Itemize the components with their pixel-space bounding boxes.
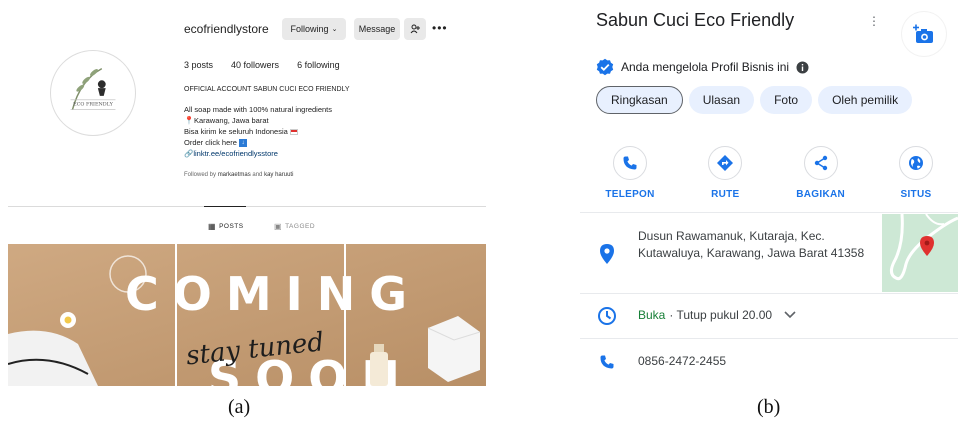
map-preview — [882, 214, 958, 292]
bio-line-location: 📍Karawang, Jawa barat — [184, 116, 269, 125]
directions-button[interactable]: RUTE — [685, 146, 765, 200]
posts-count[interactable]: 3 posts — [184, 60, 213, 70]
divider — [580, 293, 958, 294]
tab-ulasan[interactable]: Ulasan — [688, 86, 755, 114]
share-circle — [803, 146, 838, 180]
profile-full-name: OFFICIAL ACCOUNT SABUN CUCI ECO FRIENDLY — [184, 86, 350, 93]
profile-stats: 3 posts 40 followers 6 following — [184, 60, 340, 70]
link-icon: 🔗 — [184, 149, 194, 158]
bio-line: All soap made with 100% natural ingredie… — [184, 105, 333, 114]
google-maps-panel: Sabun Cuci Eco Friendly ⋮ Anda mengelola… — [580, 0, 958, 386]
more-vert-icon[interactable]: ⋮ — [868, 14, 880, 28]
clock-icon — [596, 305, 618, 327]
share-button[interactable]: BAGIKAN — [781, 146, 861, 200]
closing-time: · Tutup pukul 20.00 — [669, 308, 773, 322]
add-photo-button[interactable] — [902, 12, 946, 56]
tab-foto[interactable]: Foto — [760, 86, 813, 114]
website-button[interactable]: SITUS — [876, 146, 956, 200]
share-icon — [814, 155, 827, 171]
address-text[interactable]: Dusun Rawamanuk, Kutaraja, Kec. Kutawalu… — [638, 228, 868, 262]
caption-a: (a) — [228, 396, 251, 418]
bio-line-shipping: Bisa kirim ke seluruh Indonesia — [184, 126, 332, 137]
phone-icon — [596, 351, 618, 373]
call-circle — [613, 146, 647, 180]
grid-icon: ▦ — [208, 222, 217, 231]
coming-text: COMING — [125, 267, 421, 321]
tab-ringkasan[interactable]: Ringkasan — [596, 86, 683, 114]
profile-divider — [8, 206, 486, 207]
divider — [580, 338, 958, 339]
tab-tagged[interactable]: ▣ TAGGED — [274, 222, 315, 231]
call-label: TELEPON — [605, 189, 655, 200]
indonesia-flag-icon — [289, 129, 298, 136]
instagram-profile-panel: ECO FRIENDLY ecofriendlystore Following … — [8, 0, 486, 386]
chevron-down-icon: ⌄ — [331, 26, 338, 33]
following-label: Following — [290, 24, 329, 34]
map-thumbnail[interactable] — [882, 214, 958, 292]
location-pin-icon — [596, 243, 618, 265]
website-circle — [898, 146, 933, 180]
opening-hours[interactable]: Buka · Tutup pukul 20.00 — [638, 308, 796, 322]
business-verified-row: Anda mengelola Profil Bisnis ini — [596, 58, 809, 76]
following-button[interactable]: Following ⌄ — [282, 18, 346, 40]
info-icon[interactable] — [796, 61, 809, 74]
profile-avatar[interactable]: ECO FRIENDLY — [50, 50, 136, 136]
arrow-down-icon: ↓ — [239, 139, 248, 148]
tab-posts[interactable]: ▦ POSTS — [204, 206, 246, 231]
pin-icon: 📍 — [184, 116, 194, 125]
globe-icon — [908, 156, 923, 170]
profile-tabs: Ringkasan Ulasan Foto Oleh pemilik — [596, 86, 913, 114]
chevron-down-icon[interactable] — [784, 311, 796, 319]
bio-link[interactable]: 🔗linktr.ee/ecofriendlysstore — [184, 148, 332, 159]
phone-icon — [623, 156, 637, 170]
eco-friendly-logo: ECO FRIENDLY — [70, 67, 116, 110]
directions-icon — [717, 155, 734, 171]
call-button[interactable]: TELEPON — [590, 146, 670, 200]
logo-text: ECO FRIENDLY — [73, 102, 113, 108]
post-image: COMING SOON stay tuned — [8, 244, 486, 386]
tab-oleh-pemilik[interactable]: Oleh pemilik — [818, 86, 913, 114]
open-status: Buka — [638, 308, 666, 322]
followers-count[interactable]: 40 followers — [231, 60, 279, 70]
profile-bio: All soap made with 100% natural ingredie… — [184, 104, 332, 159]
camera-plus-icon — [913, 24, 933, 43]
message-button[interactable]: Message — [354, 18, 400, 40]
directions-circle — [708, 146, 743, 180]
profile-username: ecofriendlystore — [184, 22, 269, 36]
action-buttons: TELEPON RUTE BAGIKAN SITUS — [590, 146, 956, 200]
directions-label: RUTE — [711, 189, 740, 200]
follower-link[interactable]: kay haruuti — [264, 172, 293, 178]
add-user-icon — [410, 24, 420, 34]
bio-line-order: Order click here ↓ — [184, 137, 332, 148]
business-title: Sabun Cuci Eco Friendly — [596, 10, 795, 30]
divider — [580, 212, 958, 213]
message-label: Message — [358, 24, 396, 34]
share-label: BAGIKAN — [796, 189, 846, 200]
verified-text: Anda mengelola Profil Bisnis ini — [621, 60, 790, 74]
add-user-button[interactable] — [404, 18, 426, 40]
following-count[interactable]: 6 following — [297, 60, 340, 70]
tag-icon: ▣ — [274, 222, 283, 231]
caption-b: (b) — [757, 396, 781, 418]
verified-badge-icon — [596, 58, 614, 76]
website-label: SITUS — [900, 189, 932, 200]
phone-number[interactable]: 0856-2472-2455 — [638, 354, 726, 368]
more-options-icon[interactable]: ••• — [432, 21, 448, 35]
followed-by-text: Followed by markaetmas and kay haruuti — [184, 172, 294, 178]
posts-grid[interactable]: COMING SOON stay tuned — [8, 244, 486, 386]
follower-link[interactable]: markaetmas — [218, 172, 251, 178]
